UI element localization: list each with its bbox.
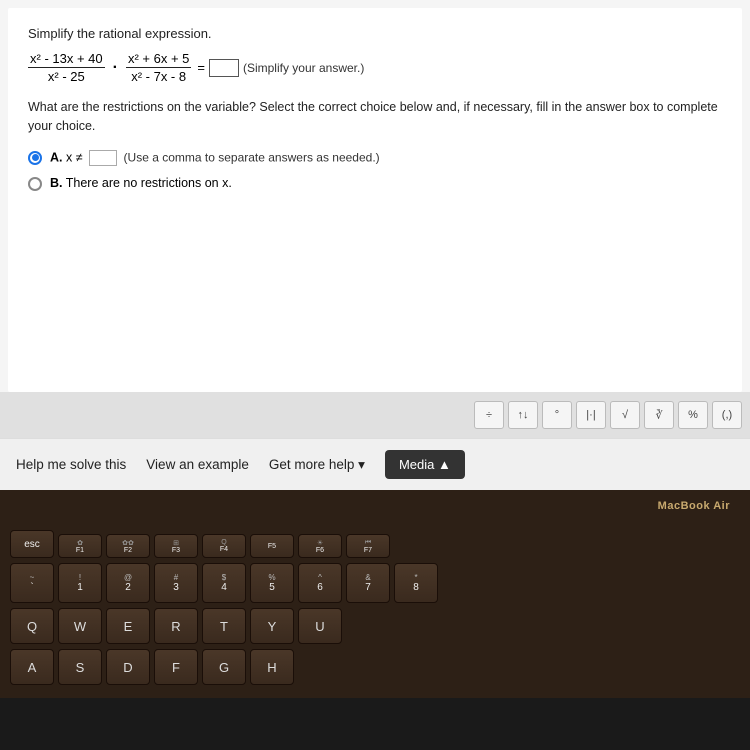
- choice-a[interactable]: A. x ≠ (Use a comma to separate answers …: [28, 150, 722, 166]
- result-box[interactable]: [209, 59, 239, 77]
- key-f2[interactable]: ✿✿F2: [106, 534, 150, 558]
- key-2[interactable]: @2: [106, 563, 150, 603]
- key-f3[interactable]: ⊞F3: [154, 534, 198, 558]
- choice-b-text: There are no restrictions on x.: [66, 176, 232, 190]
- fraction-1-denominator: x² - 25: [46, 68, 87, 84]
- key-tilde[interactable]: ~`: [10, 563, 54, 603]
- key-y[interactable]: Y: [250, 608, 294, 644]
- key-g[interactable]: G: [202, 649, 246, 685]
- choice-a-content: A. x ≠ (Use a comma to separate answers …: [50, 150, 380, 166]
- key-t[interactable]: T: [202, 608, 246, 644]
- choice-b[interactable]: B. There are no restrictions on x.: [28, 176, 722, 191]
- key-3[interactable]: #3: [154, 563, 198, 603]
- key-s[interactable]: S: [58, 649, 102, 685]
- key-u[interactable]: U: [298, 608, 342, 644]
- fraction-2-denominator: x² - 7x - 8: [129, 68, 188, 84]
- key-a[interactable]: A: [10, 649, 54, 685]
- asdf-row: A S D F G H: [10, 649, 740, 685]
- fraction-2-numerator: x² + 6x + 5: [126, 51, 191, 68]
- toolbar-strip: ÷ ↑↓ ° |·| √ ∛ % (,): [0, 392, 750, 438]
- key-d[interactable]: D: [106, 649, 150, 685]
- media-button[interactable]: Media ▲: [385, 450, 465, 479]
- tool-btn-cbrt[interactable]: ∛: [644, 401, 674, 429]
- choices: A. x ≠ (Use a comma to separate answers …: [28, 150, 722, 191]
- key-7[interactable]: &7: [346, 563, 390, 603]
- help-solve-link[interactable]: Help me solve this: [16, 457, 126, 472]
- get-more-help-link[interactable]: Get more help ▾: [269, 457, 365, 473]
- fraction-1-numerator: x² - 13x + 40: [28, 51, 105, 68]
- fraction-2: x² + 6x + 5 x² - 7x - 8: [126, 51, 191, 84]
- key-8[interactable]: *8: [394, 563, 438, 603]
- key-q[interactable]: Q: [10, 608, 54, 644]
- simplify-note: (Simplify your answer.): [243, 61, 364, 75]
- key-4[interactable]: $4: [202, 563, 246, 603]
- key-5[interactable]: %5: [250, 563, 294, 603]
- radio-b[interactable]: [28, 177, 42, 191]
- choice-b-label: B.: [50, 176, 63, 190]
- tool-btn-sqrt[interactable]: √: [610, 401, 640, 429]
- key-e[interactable]: E: [106, 608, 150, 644]
- multiply-dot: ·: [113, 59, 118, 77]
- num-row: ~` !1 @2 #3 $4 %5 ^6 &7 *8: [10, 563, 740, 603]
- equals-part: = (Simplify your answer.): [197, 59, 364, 77]
- macbook-label: MacBook Air: [658, 500, 730, 512]
- key-f5[interactable]: F5: [250, 534, 294, 558]
- view-example-link[interactable]: View an example: [146, 457, 249, 472]
- key-f[interactable]: F: [154, 649, 198, 685]
- equation-area: x² - 13x + 40 x² - 25 · x² + 6x + 5 x² -…: [28, 51, 722, 84]
- tool-btn-percent[interactable]: %: [678, 401, 708, 429]
- fn-row: esc ✿F1 ✿✿F2 ⊞F3 QF4 F5 ☀F6 ⏮F7: [10, 530, 740, 558]
- key-w[interactable]: W: [58, 608, 102, 644]
- content-area: Simplify the rational expression. x² - 1…: [0, 0, 750, 490]
- tool-btn-abs[interactable]: |·|: [576, 401, 606, 429]
- equals-sign: =: [197, 60, 205, 75]
- keyboard-area: MacBook Air esc ✿F1 ✿✿F2 ⊞F3 QF4 F5 ☀F6 …: [0, 490, 750, 698]
- key-1[interactable]: !1: [58, 563, 102, 603]
- key-f1[interactable]: ✿F1: [58, 534, 102, 558]
- radio-a[interactable]: [28, 151, 42, 165]
- tool-btn-fraction[interactable]: ÷: [474, 401, 504, 429]
- key-r[interactable]: R: [154, 608, 198, 644]
- simplify-label: Simplify the rational expression.: [28, 26, 722, 41]
- choice-a-label: A.: [50, 150, 63, 164]
- tool-btn-paren[interactable]: (,): [712, 401, 742, 429]
- key-6[interactable]: ^6: [298, 563, 342, 603]
- action-bar: Help me solve this View an example Get m…: [0, 438, 750, 490]
- key-esc[interactable]: esc: [10, 530, 54, 558]
- tool-btn-arrows[interactable]: ↑↓: [508, 401, 538, 429]
- key-h[interactable]: H: [250, 649, 294, 685]
- choice-b-content: B. There are no restrictions on x.: [50, 176, 232, 190]
- key-f6[interactable]: ☀F6: [298, 534, 342, 558]
- tool-btn-degree[interactable]: °: [542, 401, 572, 429]
- key-f4[interactable]: QF4: [202, 534, 246, 558]
- qwerty-row: Q W E R T Y U: [10, 608, 740, 644]
- key-f7[interactable]: ⏮F7: [346, 534, 390, 558]
- fraction-1: x² - 13x + 40 x² - 25: [28, 51, 105, 84]
- keyboard: esc ✿F1 ✿✿F2 ⊞F3 QF4 F5 ☀F6 ⏮F7 ~` !1 @2…: [0, 500, 750, 685]
- paper: Simplify the rational expression. x² - 1…: [8, 8, 742, 392]
- choice-a-note: (Use a comma to separate answers as need…: [124, 150, 380, 164]
- question-text: What are the restrictions on the variabl…: [28, 98, 722, 136]
- answer-box-a[interactable]: [89, 150, 117, 166]
- choice-a-prefix: x ≠: [66, 150, 86, 164]
